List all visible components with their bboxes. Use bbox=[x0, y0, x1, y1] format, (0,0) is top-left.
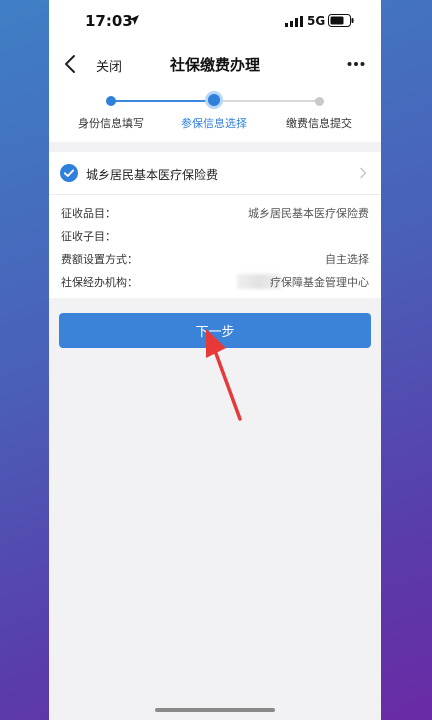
checked-circle-icon[interactable] bbox=[60, 164, 78, 182]
phone-screen: 17:03 5G 关闭 社保缴费办理 身份信息填写 参保信息选择 缴费信息提交 … bbox=[49, 0, 381, 720]
detail-label: 社保经办机构： bbox=[61, 276, 138, 289]
progress-steps: 身份信息填写 参保信息选择 缴费信息提交 bbox=[49, 84, 381, 142]
step-connector-pending bbox=[220, 100, 319, 102]
location-arrow-icon bbox=[129, 15, 139, 25]
detail-label: 征收品目： bbox=[61, 207, 116, 220]
home-indicator bbox=[155, 708, 275, 712]
detail-label: 征收子目： bbox=[61, 230, 116, 243]
chevron-right-icon bbox=[360, 167, 367, 179]
step-label-payment: 缴费信息提交 bbox=[286, 117, 352, 130]
step-dot-identity bbox=[106, 96, 116, 106]
detail-value: 疗保障基金管理中心 bbox=[270, 276, 369, 289]
annotation-arrow-icon bbox=[206, 329, 242, 421]
insurance-option-row[interactable]: 城乡居民基本医疗保险费 bbox=[49, 152, 381, 195]
insurance-card: 城乡居民基本医疗保险费 征收品目： 城乡居民基本医疗保险费 征收子目： 费额设置… bbox=[49, 152, 381, 298]
detail-label: 费额设置方式： bbox=[61, 253, 138, 266]
more-options-icon[interactable] bbox=[347, 56, 365, 72]
step-dot-insurance bbox=[208, 94, 220, 106]
signal-strength-icon bbox=[285, 16, 303, 27]
status-bar: 17:03 5G bbox=[49, 0, 381, 44]
nav-bar: 关闭 社保缴费办理 bbox=[49, 44, 381, 84]
step-label-identity: 身份信息填写 bbox=[78, 117, 144, 130]
battery-icon bbox=[328, 14, 354, 27]
step-label-insurance: 参保信息选择 bbox=[181, 117, 247, 130]
detail-row-fee-method: 费额设置方式： 自主选择 bbox=[49, 251, 381, 273]
detail-value: 自主选择 bbox=[325, 253, 369, 266]
insurance-option-title: 城乡居民基本医疗保险费 bbox=[86, 168, 219, 182]
step-connector-done bbox=[111, 100, 214, 102]
network-type: 5G bbox=[307, 14, 326, 28]
status-time: 17:03 bbox=[85, 12, 133, 30]
detail-value: 城乡居民基本医疗保险费 bbox=[248, 207, 369, 220]
page-title: 社保缴费办理 bbox=[169, 56, 260, 74]
detail-row-subitem: 征收子目： bbox=[49, 228, 381, 250]
detail-row-agency: 社保经办机构： 疗保障基金管理中心 bbox=[49, 274, 381, 296]
detail-row-item: 征收品目： 城乡居民基本医疗保险费 bbox=[49, 205, 381, 227]
step-dot-payment bbox=[315, 97, 324, 106]
